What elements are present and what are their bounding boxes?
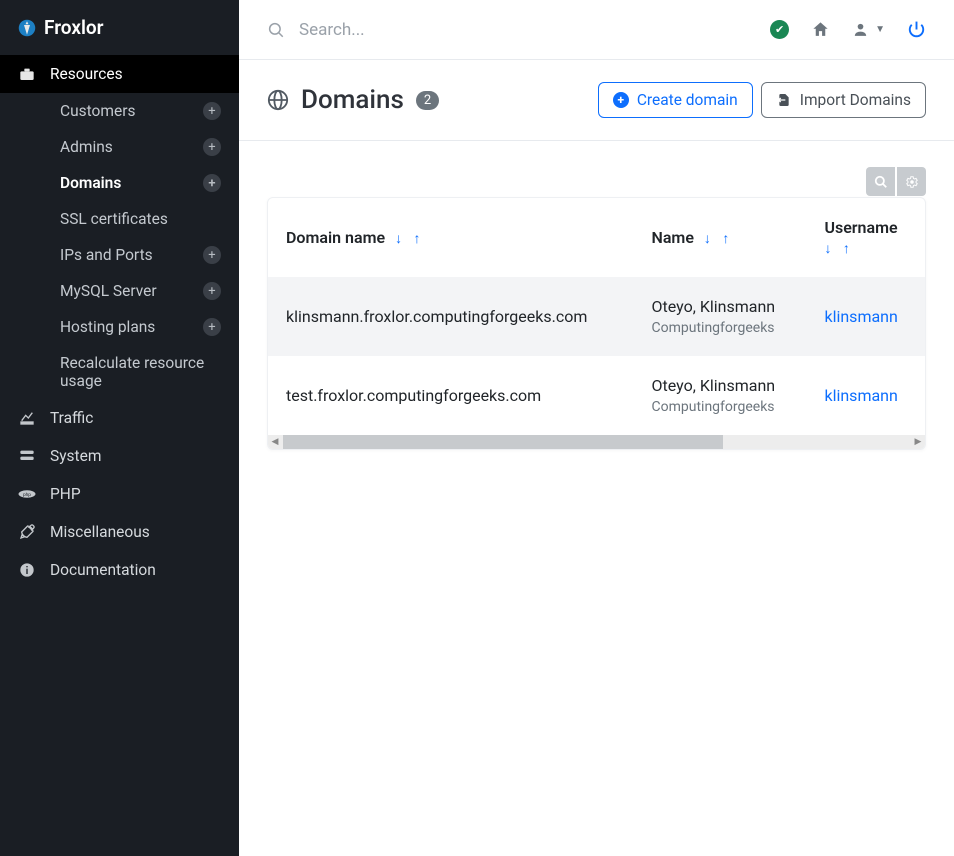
section-icon xyxy=(18,449,36,463)
nav-item-ips-and-ports[interactable]: IPs and Ports+ xyxy=(42,237,239,273)
cell-username[interactable]: klinsmann xyxy=(806,277,925,356)
svg-text:php: php xyxy=(23,492,31,498)
section-icon: php xyxy=(18,488,36,500)
table-search-icon[interactable] xyxy=(866,167,895,196)
cell-domain: klinsmann.froxlor.computingforgeeks.com xyxy=(268,277,634,356)
user-menu[interactable]: ▼ xyxy=(852,21,885,38)
nav-section-resources[interactable]: Resources xyxy=(0,55,239,93)
add-icon[interactable]: + xyxy=(203,174,221,192)
cell-name: Oteyo, KlinsmannComputingforgeeks xyxy=(634,356,807,435)
page-title: Domains xyxy=(301,85,404,115)
nav-item-mysql-server[interactable]: MySQL Server+ xyxy=(42,273,239,309)
brand[interactable]: Froxlor xyxy=(0,0,239,55)
search xyxy=(267,20,619,40)
sort-arrows-icon[interactable]: ↓ ↑ xyxy=(704,231,733,247)
topbar: ✔ ▼ xyxy=(239,0,954,60)
home-icon[interactable] xyxy=(811,20,830,39)
sidebar: Froxlor ResourcesCustomers+Admins+Domain… xyxy=(0,0,239,856)
add-icon[interactable]: + xyxy=(203,318,221,336)
sort-arrows-icon[interactable]: ↓ ↑ xyxy=(824,240,907,257)
nav-section-php[interactable]: phpPHP xyxy=(0,475,239,513)
nav-item-recalculate-resource-usage[interactable]: Recalculate resource usage xyxy=(42,345,239,399)
content: Domain name ↓ ↑ Name ↓ ↑ Username ↓ ↑ xyxy=(239,141,954,476)
import-icon xyxy=(776,92,792,108)
count-badge: 2 xyxy=(416,91,439,110)
brand-name: Froxlor xyxy=(44,16,103,39)
nav-item-admins[interactable]: Admins+ xyxy=(42,129,239,165)
horizontal-scrollbar[interactable]: ◀ ▶ xyxy=(268,435,925,449)
plus-circle-icon: + xyxy=(613,92,629,108)
col-name[interactable]: Name ↓ ↑ xyxy=(634,198,807,277)
add-icon[interactable]: + xyxy=(203,282,221,300)
domains-table: Domain name ↓ ↑ Name ↓ ↑ Username ↓ ↑ xyxy=(267,197,926,450)
nav-item-domains[interactable]: Domains+ xyxy=(42,165,239,201)
col-username[interactable]: Username ↓ ↑ xyxy=(806,198,925,277)
sort-arrows-icon[interactable]: ↓ ↑ xyxy=(395,231,424,247)
scroll-left-icon[interactable]: ◀ xyxy=(268,435,282,449)
import-label: Import Domains xyxy=(800,91,911,109)
app-logo-icon xyxy=(18,17,36,39)
table-row[interactable]: test.froxlor.computingforgeeks.comOteyo,… xyxy=(268,356,925,435)
cell-username[interactable]: klinsmann xyxy=(806,356,925,435)
section-icon xyxy=(18,524,36,540)
section-icon xyxy=(18,562,36,578)
search-icon xyxy=(267,21,285,39)
add-icon[interactable]: + xyxy=(203,138,221,156)
globe-icon xyxy=(267,89,289,111)
cell-name: Oteyo, KlinsmannComputingforgeeks xyxy=(634,277,807,356)
table-settings-icon[interactable] xyxy=(897,167,926,196)
import-domains-button[interactable]: Import Domains xyxy=(761,82,926,118)
nav-section-miscellaneous[interactable]: Miscellaneous xyxy=(0,513,239,551)
nav-section-documentation[interactable]: Documentation xyxy=(0,551,239,589)
chevron-down-icon: ▼ xyxy=(875,24,885,35)
scroll-right-icon[interactable]: ▶ xyxy=(911,435,925,449)
add-icon[interactable]: + xyxy=(203,246,221,264)
main: ✔ ▼ Domains 2 + Create domain xyxy=(239,0,954,856)
section-icon xyxy=(18,67,36,81)
col-domain[interactable]: Domain name ↓ ↑ xyxy=(268,198,634,277)
nav-section-traffic[interactable]: Traffic xyxy=(0,399,239,437)
nav-item-customers[interactable]: Customers+ xyxy=(42,93,239,129)
add-icon[interactable]: + xyxy=(203,102,221,120)
scrollbar-thumb[interactable] xyxy=(283,435,723,449)
page-header: Domains 2 + Create domain Import Domains xyxy=(239,60,954,141)
status-ok-icon[interactable]: ✔ xyxy=(770,20,789,39)
create-label: Create domain xyxy=(637,91,738,109)
nav-item-ssl-certificates[interactable]: SSL certificates xyxy=(42,201,239,237)
search-input[interactable] xyxy=(299,20,619,40)
section-icon xyxy=(18,411,36,425)
power-icon[interactable] xyxy=(907,20,926,39)
table-row[interactable]: klinsmann.froxlor.computingforgeeks.comO… xyxy=(268,277,925,356)
cell-domain: test.froxlor.computingforgeeks.com xyxy=(268,356,634,435)
top-actions: ✔ ▼ xyxy=(770,20,926,39)
nav: ResourcesCustomers+Admins+Domains+SSL ce… xyxy=(0,55,239,589)
nav-item-hosting-plans[interactable]: Hosting plans+ xyxy=(42,309,239,345)
nav-section-system[interactable]: System xyxy=(0,437,239,475)
create-domain-button[interactable]: + Create domain xyxy=(598,82,753,118)
